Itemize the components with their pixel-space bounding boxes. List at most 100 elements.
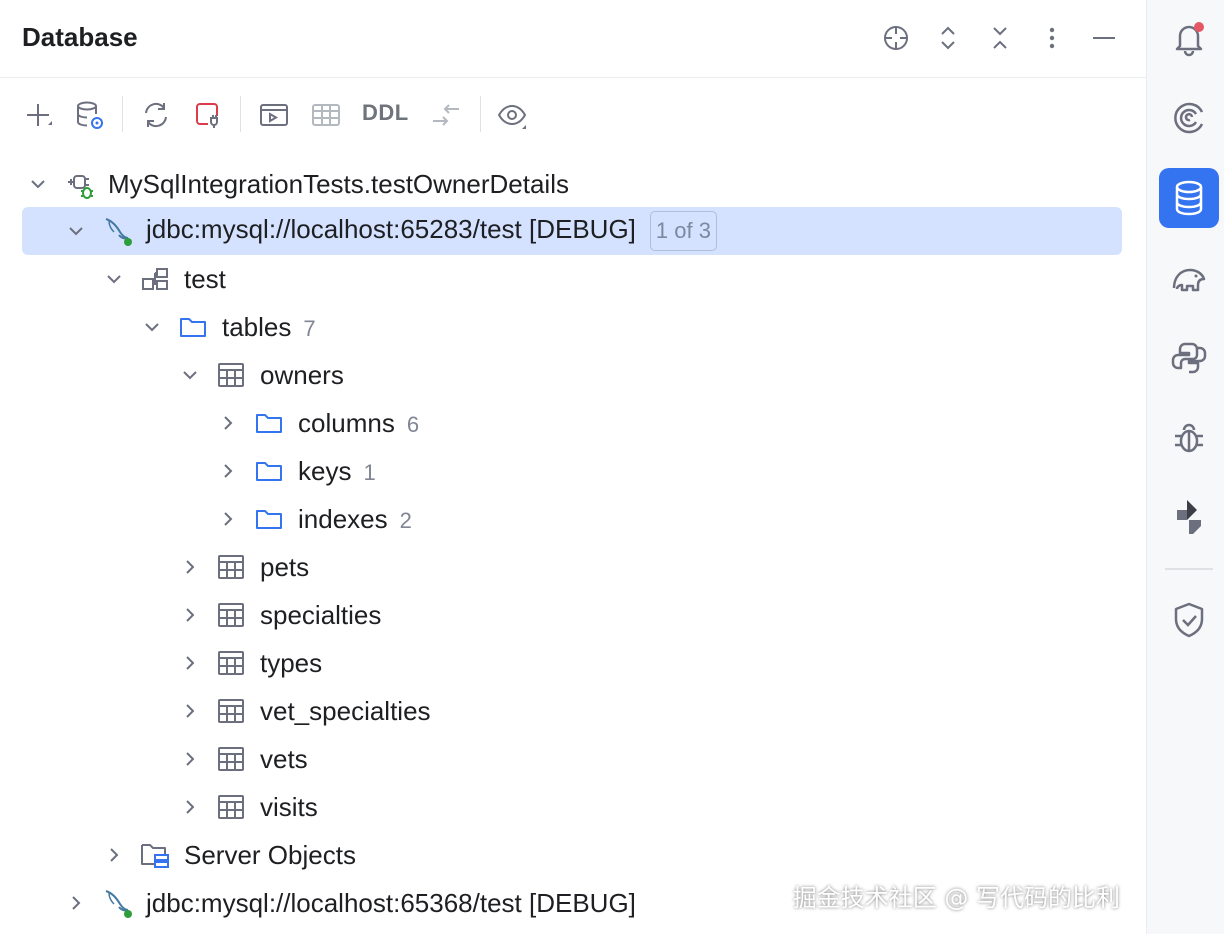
chevron-down-icon[interactable] <box>102 267 126 291</box>
tool-window-title: Database <box>22 22 138 52</box>
expand-icon <box>941 26 955 50</box>
problems-button[interactable] <box>1159 590 1219 650</box>
disconnect-button[interactable] <box>188 94 228 136</box>
table-icon <box>214 742 248 776</box>
chevron-right-icon[interactable] <box>178 555 202 579</box>
table-icon <box>214 646 248 680</box>
tree-node-server-objects[interactable]: Server Objects <box>22 831 1122 879</box>
edit-data-button[interactable] <box>306 94 346 136</box>
tree-node-label: specialties <box>260 599 382 630</box>
chevron-right-icon[interactable] <box>102 843 126 867</box>
session-badge: 1 of 3 <box>649 211 717 251</box>
tree-node-schema-test[interactable]: test <box>22 255 1122 303</box>
kebab-menu-icon <box>1049 27 1055 49</box>
chevron-right-icon[interactable] <box>178 747 202 771</box>
folder-icon <box>252 502 286 536</box>
database-tool-window: Database DDL MySqlIntegrationTests.testO… <box>0 0 1146 934</box>
bug-icon <box>1175 423 1203 453</box>
tree-node-label: jdbc:mysql://localhost:65283/test [DEBUG… <box>146 211 717 251</box>
tree-node-label: tables 7 <box>222 312 316 343</box>
toolbar-separator <box>480 96 481 132</box>
folder-icon <box>252 454 286 488</box>
python-console-button[interactable] <box>1159 328 1219 388</box>
folder-label: columns <box>298 407 395 438</box>
ai-assistant-button[interactable] <box>1159 88 1219 148</box>
big-data-tools-button[interactable] <box>1159 248 1219 308</box>
database-tool-button[interactable] <box>1159 168 1219 228</box>
python-icon <box>1171 342 1207 374</box>
data-source-properties-button[interactable] <box>70 94 110 136</box>
console-icon <box>260 104 288 126</box>
hide-button[interactable] <box>1086 20 1122 56</box>
tree-node-label: test <box>184 263 226 294</box>
tree-node-table-visits[interactable]: visits <box>22 783 1122 831</box>
chevron-down-icon[interactable] <box>26 172 50 196</box>
tree-node-indexes[interactable]: indexes 2 <box>22 495 1122 543</box>
tree-node-table-specialties[interactable]: specialties <box>22 591 1122 639</box>
ddl-button[interactable]: DDL <box>362 100 409 126</box>
tree-node-tables[interactable]: tables 7 <box>22 303 1122 351</box>
chevron-down-icon[interactable] <box>140 315 164 339</box>
tree-node-connection-65283[interactable]: jdbc:mysql://localhost:65283/test [DEBUG… <box>22 207 1122 255</box>
tree-node-label: types <box>260 647 323 678</box>
folder-icon <box>176 310 210 344</box>
chevron-right-icon[interactable] <box>178 699 202 723</box>
refresh-button[interactable] <box>136 94 176 136</box>
tree-node-columns[interactable]: columns 6 <box>22 399 1122 447</box>
chevron-down-icon[interactable] <box>178 363 202 387</box>
table-icon <box>214 550 248 584</box>
database-settings-icon <box>77 101 103 129</box>
table-icon <box>214 358 248 392</box>
chevron-right-icon[interactable] <box>216 459 240 483</box>
new-button[interactable] <box>18 94 58 136</box>
tree-node-table-vets[interactable]: vets <box>22 735 1122 783</box>
table-icon <box>214 790 248 824</box>
jump-to-console-button[interactable] <box>254 94 294 136</box>
compare-arrows-icon <box>433 104 459 126</box>
view-options-button[interactable] <box>492 94 532 136</box>
item-count: 6 <box>406 411 420 437</box>
strip-separator <box>1165 568 1213 570</box>
crosshair-icon <box>884 26 908 50</box>
collapse-all-button[interactable] <box>982 20 1018 56</box>
tree-node-label: keys 1 <box>298 456 376 487</box>
chevron-right-icon[interactable] <box>178 651 202 675</box>
watermark-text: 掘金技术社区 @ 写代码的比利 <box>792 884 1120 912</box>
mysql-dolphin-icon <box>100 886 134 920</box>
folder-label: indexes <box>298 503 388 534</box>
server-folder-icon <box>138 838 172 872</box>
right-tool-strip <box>1146 0 1224 934</box>
bell-icon <box>1175 22 1204 57</box>
more-options-button[interactable] <box>1034 20 1070 56</box>
shield-check-icon <box>1174 602 1204 638</box>
tree-node-keys[interactable]: keys 1 <box>22 447 1122 495</box>
chevron-right-icon[interactable] <box>216 411 240 435</box>
jetbrains-ai-button[interactable] <box>1159 488 1219 548</box>
database-toolbar: DDL <box>0 90 1146 140</box>
tree-node-table-types[interactable]: types <box>22 639 1122 687</box>
chevron-right-icon[interactable] <box>178 603 202 627</box>
plus-icon <box>27 104 52 126</box>
connection-label: jdbc:mysql://localhost:65283/test [DEBUG… <box>146 213 636 244</box>
folder-label: keys <box>298 455 352 486</box>
item-count: 2 <box>399 507 412 533</box>
tree-node-table-pets[interactable]: pets <box>22 543 1122 591</box>
tree-node-label: pets <box>260 551 310 582</box>
tree-node-label: vets <box>260 743 308 774</box>
chevron-right-icon[interactable] <box>178 795 202 819</box>
chevron-right-icon[interactable] <box>216 507 240 531</box>
tree-node-test-root[interactable]: MySqlIntegrationTests.testOwnerDetails <box>22 160 1122 208</box>
tree-node-label: indexes 2 <box>298 504 412 535</box>
notifications-button[interactable] <box>1159 8 1219 68</box>
compare-button[interactable] <box>426 94 466 136</box>
tree-node-table-owners[interactable]: owners <box>22 351 1122 399</box>
expand-all-button[interactable] <box>930 20 966 56</box>
tree-node-table-vet-specialties[interactable]: vet_specialties <box>22 687 1122 735</box>
tree-node-label: visits <box>260 791 318 822</box>
chevron-down-icon[interactable] <box>64 219 88 243</box>
chevron-right-icon[interactable] <box>64 891 88 915</box>
debug-button[interactable] <box>1159 408 1219 468</box>
minimize-icon <box>1093 37 1115 39</box>
locate-button[interactable] <box>878 20 914 56</box>
item-count: 7 <box>303 315 316 341</box>
